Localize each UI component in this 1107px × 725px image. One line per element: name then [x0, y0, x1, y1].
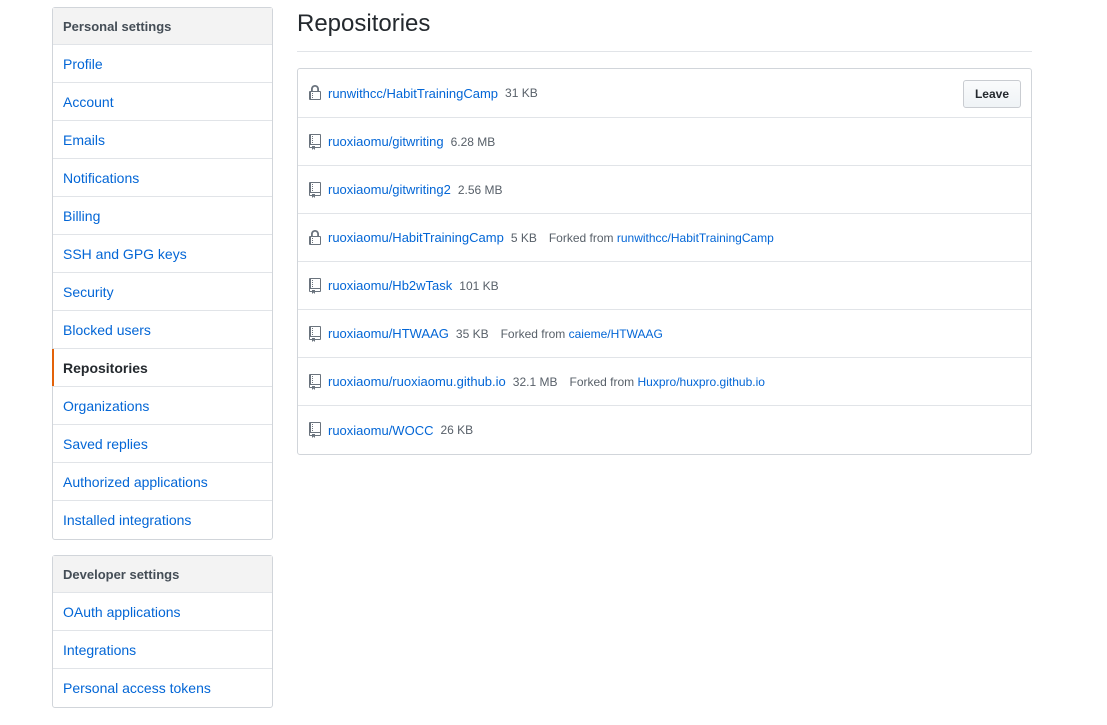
repository-list: runwithcc/HabitTrainingCamp 31 KB Leave ruo… — [297, 68, 1032, 455]
personal-settings-menu: Personal settings Profile Account Emails No… — [52, 7, 273, 540]
sidebar-item-emails[interactable]: Emails — [53, 121, 272, 159]
repository-size: 2.56 MB — [457, 182, 503, 197]
repository-size: 31 KB — [505, 86, 538, 100]
repository-size: 32.1 MB — [512, 374, 558, 389]
repo-icon — [308, 373, 322, 390]
personal-settings-heading: Personal settings — [53, 8, 272, 45]
repository-link[interactable]: ruoxiaomu/HabitTrainingCamp — [328, 230, 504, 245]
repository-row: ruoxiaomu/HabitTrainingCamp 5 KB Forked fr… — [298, 214, 1031, 262]
repository-size: 5 KB — [510, 230, 537, 245]
sidebar-item-billing[interactable]: Billing — [53, 197, 272, 235]
repository-row: ruoxiaomu/ruoxiaomu.github.io 32.1 MB Fork… — [298, 358, 1031, 406]
sidebar-item-blocked-users[interactable]: Blocked users — [53, 311, 272, 349]
sidebar-item-saved-replies[interactable]: Saved replies — [53, 425, 272, 463]
repository-row: ruoxiaomu/Hb2wTask 101 KB — [298, 262, 1031, 310]
repositories-main: Repositories runwithcc/HabitTrainingCamp… — [297, 0, 1032, 455]
forked-from-text: Forked from caieme/HTWAAG — [501, 327, 663, 341]
repository-row: ruoxiaomu/gitwriting 6.28 MB — [298, 118, 1031, 166]
sidebar-item-profile[interactable]: Profile — [53, 45, 272, 83]
repo-icon — [308, 181, 322, 198]
repository-row: ruoxiaomu/gitwriting2 2.56 MB — [298, 166, 1031, 214]
developer-settings-heading: Developer settings — [53, 556, 272, 593]
sidebar-item-repositories[interactable]: Repositories — [52, 349, 272, 387]
repo-icon — [308, 422, 322, 438]
repository-row: ruoxiaomu/WOCC 26 KB — [298, 406, 1031, 454]
sidebar-item-organizations[interactable]: Organizations — [53, 387, 272, 425]
developer-settings-menu: Developer settings OAuth applications Int… — [52, 555, 273, 708]
forked-from-link[interactable]: runwithcc/HabitTrainingCamp — [617, 231, 774, 245]
sidebar-item-installed-integrations[interactable]: Installed integrations — [53, 501, 272, 539]
repository-size: 35 KB — [455, 326, 489, 341]
repo-icon — [308, 325, 322, 342]
repository-link[interactable]: runwithcc/HabitTrainingCamp — [328, 86, 498, 101]
forked-from-link[interactable]: Huxpro/huxpro.github.io — [638, 375, 765, 389]
repository-link[interactable]: ruoxiaomu/Hb2wTask — [328, 278, 452, 293]
page-title: Repositories — [297, 0, 1032, 52]
sidebar-item-authorized-applications[interactable]: Authorized applications — [53, 463, 272, 501]
sidebar-item-personal-access-tokens[interactable]: Personal access tokens — [53, 669, 272, 707]
settings-sidebar: Personal settings Profile Account Emails No… — [52, 7, 273, 723]
forked-from-label: Forked from — [548, 230, 614, 245]
sidebar-item-security[interactable]: Security — [53, 273, 272, 311]
repository-row: runwithcc/HabitTrainingCamp 31 KB Leave — [298, 69, 1031, 118]
forked-from-link[interactable]: caieme/HTWAAG — [569, 327, 663, 341]
leave-button[interactable]: Leave — [962, 80, 1021, 108]
sidebar-item-account[interactable]: Account — [53, 83, 272, 121]
repository-size: 6.28 MB — [450, 134, 496, 149]
repository-size: 26 KB — [440, 423, 474, 437]
sidebar-item-oauth-applications[interactable]: OAuth applications — [53, 593, 272, 631]
lock-icon — [308, 85, 322, 101]
lock-icon — [308, 229, 322, 246]
forked-from-text: Forked from runwithcc/HabitTrainingCamp — [549, 231, 774, 245]
sidebar-item-ssh-and-gpg-keys[interactable]: SSH and GPG keys — [53, 235, 272, 273]
repository-row: ruoxiaomu/HTWAAG 35 KB Forked from caieme/… — [298, 310, 1031, 358]
forked-from-label: Forked from — [500, 326, 566, 341]
repository-link[interactable]: ruoxiaomu/ruoxiaomu.github.io — [328, 374, 506, 389]
repo-icon — [308, 277, 322, 294]
forked-from-label: Forked from — [569, 374, 635, 389]
repository-link[interactable]: ruoxiaomu/gitwriting — [328, 134, 444, 149]
repository-link[interactable]: ruoxiaomu/HTWAAG — [328, 326, 449, 341]
repository-size: 101 KB — [459, 278, 499, 293]
repository-link[interactable]: ruoxiaomu/WOCC — [328, 423, 433, 438]
sidebar-item-notifications[interactable]: Notifications — [53, 159, 272, 197]
sidebar-item-integrations[interactable]: Integrations — [53, 631, 272, 669]
repository-link[interactable]: ruoxiaomu/gitwriting2 — [328, 182, 451, 197]
repo-icon — [308, 133, 322, 150]
forked-from-text: Forked from Huxpro/huxpro.github.io — [569, 375, 764, 389]
